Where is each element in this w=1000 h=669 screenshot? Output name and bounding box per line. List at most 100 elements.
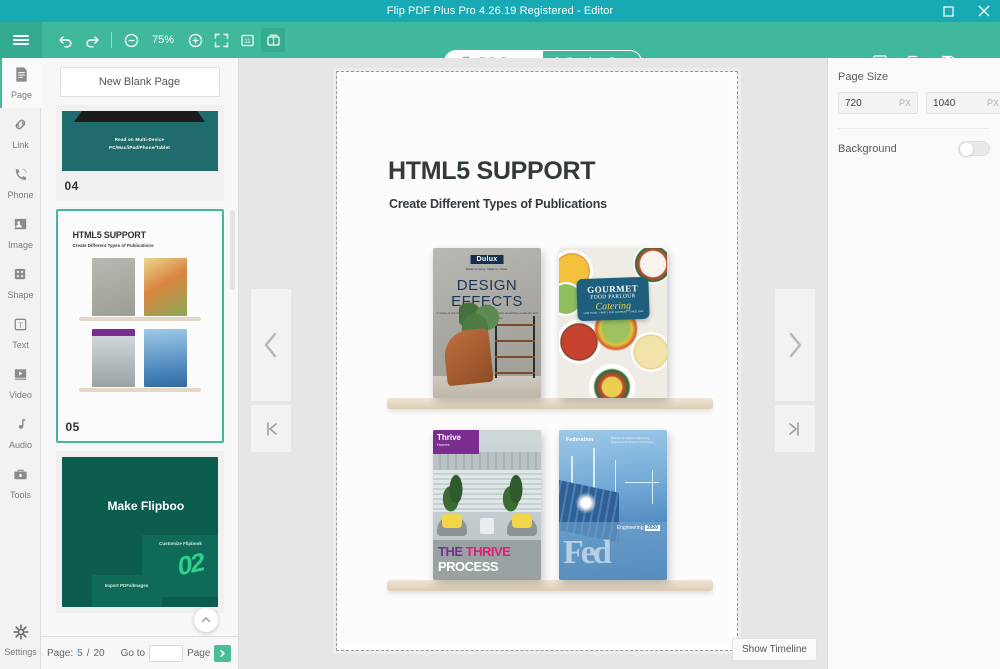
editor-canvas[interactable]: HTML5 SUPPORT Create Different Types of … [239, 58, 827, 669]
gear-icon [12, 623, 29, 645]
page-editing-surface[interactable]: HTML5 SUPPORT Create Different Types of … [336, 71, 738, 651]
book-fed-engineering[interactable]: Fed Engineering 2020 Federation Bachelor… [559, 430, 667, 580]
thumb06-card1-label: Customize Flipbook [159, 541, 202, 546]
thumb05-books-row1 [73, 258, 207, 316]
page-thumbnail-panel[interactable]: New Blank Page Read on Multi-Device PC/M… [41, 58, 239, 636]
sidebar-item-settings[interactable]: Settings [0, 615, 41, 665]
thumb-book-design-effects [92, 258, 135, 316]
book-gourmet-food-parlour[interactable]: FINE FOOD · FAMILY RUN COMPANY · SINCE 2… [559, 248, 667, 398]
thumbnail-page-04[interactable]: Read on Multi-Device PC/Mac/iPad/Phone/T… [55, 105, 224, 201]
double-page-spread-icon[interactable] [261, 28, 285, 52]
sidebar-item-text[interactable]: T Text [0, 308, 41, 358]
window-controls [938, 0, 994, 22]
sidebar-item-image[interactable]: Image [0, 208, 41, 258]
page-subtitle[interactable]: Create Different Types of Publications [389, 197, 607, 211]
thumbnail-scrollbar[interactable] [230, 210, 235, 290]
page-title[interactable]: HTML5 SUPPORT [388, 157, 596, 186]
sidebar-item-image-label: Image [7, 240, 33, 250]
sidebar-item-text-label: Text [12, 340, 29, 350]
go-arrow-icon[interactable] [214, 644, 232, 662]
page-content: HTML5 SUPPORT Create Different Types of … [343, 78, 731, 644]
thumbnail-number: 05 [65, 420, 80, 434]
close-icon[interactable] [974, 0, 994, 22]
book2-title-badge: FINE FOOD · FAMILY RUN COMPANY · SINCE 2… [576, 276, 650, 322]
page-width-input[interactable] [845, 97, 899, 109]
sidebar-item-tools[interactable]: Tools [0, 458, 41, 508]
chevron-left-icon[interactable] [251, 289, 291, 401]
book3-brand-sub: Homes [437, 442, 450, 447]
zoom-in-icon[interactable] [183, 28, 207, 52]
link-icon [12, 116, 29, 138]
maximize-icon[interactable] [938, 0, 958, 22]
thumbnail-page-05[interactable]: HTML5 SUPPORT Create Different Types of … [55, 209, 224, 443]
sidebar-item-page[interactable]: Page [0, 58, 41, 108]
book4-sun-glare [575, 492, 597, 514]
go-to-last-page-icon[interactable] [775, 405, 815, 452]
go-to-first-page-icon[interactable] [251, 405, 291, 452]
book3-palm-left [443, 470, 469, 518]
chevron-right-icon[interactable] [775, 289, 815, 401]
sidebar-item-video[interactable]: Video [0, 358, 41, 408]
show-timeline-button[interactable]: Show Timeline [731, 638, 817, 661]
book3-palm-right [503, 470, 529, 518]
book3-table-art [480, 518, 494, 534]
book-design-effects[interactable]: Dulux Made for living. Made for Years. D… [433, 248, 541, 398]
history-tools [54, 28, 104, 52]
thumbnail-preview: HTML5 SUPPORT Create Different Types of … [62, 216, 217, 412]
single-page-view-icon[interactable]: 11 [235, 28, 259, 52]
shelf-row-2: Thrive Homes THE THRIVE PROCESS Fed Engi… [385, 430, 715, 591]
book3-cushion-left [442, 514, 462, 528]
book-the-thrive-process[interactable]: Thrive Homes THE THRIVE PROCESS [433, 430, 541, 580]
title-bar: Flip PDF Plus Pro 4.26.19 Registered - E… [0, 0, 1000, 22]
background-toggle[interactable] [958, 141, 990, 156]
sidebar-item-audio[interactable]: Audio [0, 408, 41, 458]
page-size-fields: PX PX [828, 83, 1000, 114]
book3-title-line1: THE THRIVE [438, 544, 511, 559]
shape-icon [12, 266, 29, 288]
left-tool-rail: Page Link Phone Image Shape T Text Video… [0, 58, 41, 669]
thumb06-card2-label: Import PDFs/Images [104, 583, 149, 588]
sidebar-item-audio-label: Audio [8, 440, 33, 450]
page-height-input[interactable] [933, 97, 988, 109]
goto-page-word: Page [187, 647, 211, 659]
book1-shelf-art [495, 316, 535, 378]
page-size-label: Page Size [838, 71, 889, 83]
svg-text:T: T [18, 321, 23, 330]
book4-caption-text: Engineering [616, 525, 644, 531]
sidebar-item-phone-label: Phone [7, 190, 34, 200]
thumb06-heading: Make Flipboo [107, 499, 185, 513]
sidebar-item-link[interactable]: Link [0, 108, 41, 158]
background-row: Background [828, 129, 1000, 156]
shelf-plank-1 [387, 398, 713, 409]
fit-screen-icon[interactable] [209, 28, 233, 52]
application-window: Flip PDF Plus Pro 4.26.19 Registered - E… [0, 0, 1000, 669]
page-width-field[interactable]: PX [838, 92, 919, 114]
thumbnail-page-06[interactable]: Make Flipboo Customize Flipbook 02 Impor… [55, 451, 224, 613]
sidebar-item-shape-label: Shape [7, 290, 34, 300]
goto-label: Go to [120, 647, 146, 659]
book3-title-line2: PROCESS [438, 559, 499, 574]
thumb05-title: HTML5 SUPPORT [72, 230, 147, 240]
thumb-shelf-2 [78, 388, 201, 392]
image-icon [12, 216, 29, 238]
background-label: Background [838, 142, 897, 155]
thumb-book-thrive [92, 329, 135, 387]
sidebar-item-phone[interactable]: Phone [0, 158, 41, 208]
undo-icon[interactable] [54, 28, 78, 52]
page-height-field[interactable]: PX [926, 92, 1000, 114]
new-blank-page-button[interactable]: New Blank Page [59, 67, 220, 97]
redo-icon[interactable] [80, 28, 104, 52]
tools-icon [12, 466, 29, 488]
hamburger-menu-icon[interactable] [0, 22, 42, 58]
page-separator: / [86, 647, 90, 659]
window-title: Flip PDF Plus Pro 4.26.19 Registered - E… [386, 5, 614, 17]
thumbnail-preview: Make Flipboo Customize Flipbook 02 Impor… [61, 457, 218, 607]
chevron-up-icon[interactable] [194, 608, 218, 632]
zoom-out-icon[interactable] [119, 28, 143, 52]
page-height-unit: PX [987, 98, 1000, 108]
video-icon [12, 366, 29, 388]
sidebar-item-shape[interactable]: Shape [0, 258, 41, 308]
book4-pylon [651, 470, 653, 504]
goto-page-input[interactable] [149, 644, 184, 662]
book3-brand-block: Thrive Homes [433, 430, 479, 454]
